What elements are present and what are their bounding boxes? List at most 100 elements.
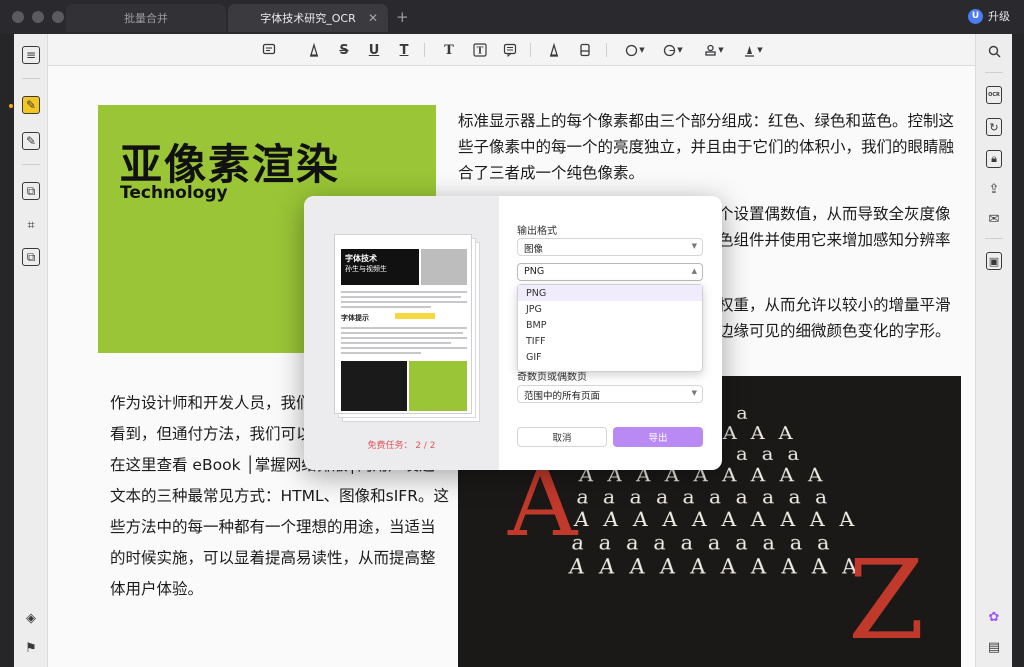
export-preview-pane: 字体技术 孙生与视频生 字体提示 免费任务： 2 / 2 xyxy=(304,196,499,470)
thumbnail-subtitle: 孙生与视频生 xyxy=(345,265,387,273)
format-option-png[interactable]: PNG xyxy=(518,285,702,301)
bookmark-icon[interactable]: ⚑ xyxy=(22,639,40,657)
format-type-select[interactable]: 图像 ▼ xyxy=(517,238,703,256)
text-callout-icon[interactable] xyxy=(500,40,520,60)
strikethrough-icon[interactable]: S xyxy=(334,40,354,60)
right-sidebar: OCR ↻ 🔒︎ ⇪ ✉ ▣ ✿ ▤ xyxy=(975,34,1012,667)
paragraph: 个设置偶数值，从而导致全灰度像色组件并使用它来增加感知分辨率 xyxy=(718,205,951,249)
thumbnail-text-line xyxy=(341,337,467,339)
thumbnail-text-line xyxy=(341,306,431,308)
paragraph: 标准显示器上的每个像素都由三个部分组成：红色、绿色和蓝色。控制这些子像素中的每一… xyxy=(458,112,955,182)
chevron-up-icon: ▲ xyxy=(691,267,697,275)
format-option-jpg[interactable]: JPG xyxy=(518,301,702,317)
edit-icon[interactable]: ✎ xyxy=(22,132,40,150)
thumbnail-text-line xyxy=(341,332,463,334)
tab-document[interactable]: 字体技术研究_OCR ✕ xyxy=(228,4,388,32)
paragraph: 权重，从而允许以较小的增量平滑边缘可见的细微颜色变化的字形。 xyxy=(718,296,951,340)
chevron-down-icon: ▼ xyxy=(691,389,697,397)
sidebar-divider xyxy=(985,72,1003,73)
stamp-icon[interactable]: ▼ xyxy=(700,40,728,60)
thumbnail-text-line xyxy=(341,352,421,354)
format-type-value: 图像 xyxy=(524,244,544,255)
format-option-bmp[interactable]: BMP xyxy=(518,317,702,333)
thumbnail-text-line xyxy=(341,301,467,303)
tab-label: 字体技术研究_OCR xyxy=(260,12,356,25)
upgrade-label: 升级 xyxy=(988,10,1010,23)
text-box-icon[interactable]: T xyxy=(470,40,490,60)
annotation-toolbar: S U T T T ▼ ▼ ▼ ▼ xyxy=(14,34,1012,66)
thumbnail-image xyxy=(421,249,467,285)
export-settings-pane: 输出格式 图像 ▼ PNG ▲ PNG JPG BMP TIFF GIF 奇数页… xyxy=(499,196,722,470)
signature-icon[interactable]: ▼ xyxy=(739,40,767,60)
annotate-icon[interactable]: ✎ xyxy=(22,96,40,114)
email-icon[interactable]: ✉ xyxy=(986,210,1002,228)
convert-icon[interactable]: ↻ xyxy=(986,118,1002,136)
active-indicator-icon xyxy=(9,104,13,108)
tab-label: 批量合并 xyxy=(124,12,168,25)
page-range-select[interactable]: 范围中的所有页面 ▼ xyxy=(517,385,703,403)
page-range-value: 范围中的所有页面 xyxy=(524,391,601,402)
ai-icon[interactable]: ✿ xyxy=(986,608,1002,626)
output-format-label: 输出格式 xyxy=(517,226,557,237)
add-tab-icon[interactable]: + xyxy=(396,8,409,26)
thumbnail-icon[interactable]: ≡ xyxy=(22,46,40,64)
title-bar: 批量合并 字体技术研究_OCR ✕ + U 升级 xyxy=(0,0,1024,34)
comment-icon[interactable] xyxy=(259,40,279,60)
thumbnail-text-line xyxy=(341,342,451,344)
pen-icon[interactable] xyxy=(304,40,324,60)
shape-icon[interactable]: ▼ xyxy=(621,40,649,60)
thumbnail-text-line xyxy=(341,291,467,293)
thumbnail-text-line xyxy=(341,296,461,298)
thumbnail-section: 字体提示 xyxy=(341,314,369,322)
convert-icon[interactable]: ⧉ xyxy=(22,248,40,266)
highlighter-icon[interactable] xyxy=(544,40,564,60)
thumbnail-highlight xyxy=(395,313,435,319)
toolbar-divider xyxy=(530,43,531,57)
thumbnail-text-line xyxy=(341,347,467,349)
underline-icon[interactable]: U xyxy=(364,40,384,60)
toolbar-divider xyxy=(424,43,425,57)
cancel-button[interactable]: 取消 xyxy=(517,427,607,447)
export-dialog: 字体技术 孙生与视频生 字体提示 免费任务： 2 / 2 输出格式 图像 ▼ P… xyxy=(304,196,722,470)
layers-icon[interactable]: ◈ xyxy=(22,609,40,627)
export-button[interactable]: 导出 xyxy=(613,427,703,447)
chevron-down-icon: ▼ xyxy=(691,242,697,250)
minimize-window-button[interactable] xyxy=(32,11,44,23)
zoom-window-button[interactable] xyxy=(52,11,64,23)
crop-icon[interactable]: ⌗ xyxy=(22,216,40,234)
text-icon[interactable]: T xyxy=(439,40,459,60)
left-sidebar: ≡ ✎ ✎ ⧉ ⌗ ⧉ ◈ ⚑ xyxy=(9,34,48,667)
search-icon[interactable] xyxy=(986,42,1002,60)
sidebar-divider xyxy=(22,78,40,79)
free-tasks-counter: 免费任务： 2 / 2 xyxy=(367,441,436,451)
format-option-gif[interactable]: GIF xyxy=(518,349,702,365)
protect-icon[interactable]: 🔒︎ xyxy=(986,150,1002,168)
image-format-dropdown: PNG JPG BMP TIFF GIF xyxy=(517,284,703,372)
ocr-icon[interactable]: OCR xyxy=(986,86,1002,104)
close-tab-icon[interactable]: ✕ xyxy=(368,11,378,25)
organize-icon[interactable]: ⧉ xyxy=(22,182,40,200)
comment-list-icon[interactable]: ▤ xyxy=(986,638,1002,656)
format-option-tiff[interactable]: TIFF xyxy=(518,333,702,349)
close-window-button[interactable] xyxy=(12,11,24,23)
image-format-value: PNG xyxy=(524,266,545,277)
share-icon[interactable]: ⇪ xyxy=(986,180,1002,198)
eraser-icon[interactable] xyxy=(575,40,595,60)
sidebar-divider xyxy=(22,164,40,165)
sidebar-divider xyxy=(985,238,1003,239)
sticker-icon[interactable]: ▼ xyxy=(659,40,687,60)
save-icon[interactable]: ▣ xyxy=(986,252,1002,270)
page-thumbnail-stack: 字体技术 孙生与视频生 字体提示 xyxy=(334,234,484,424)
thumbnail-green-box xyxy=(409,361,467,411)
upgrade-button[interactable]: U 升级 xyxy=(968,8,1010,24)
image-format-select[interactable]: PNG ▲ xyxy=(517,263,703,281)
text-underline-icon[interactable]: T xyxy=(394,40,414,60)
thumbnail-header: 字体技术 孙生与视频生 xyxy=(341,249,419,285)
photo-big-letter: Z xyxy=(848,536,925,664)
user-avatar-icon: U xyxy=(968,8,983,24)
toolbar-divider xyxy=(606,43,607,57)
tab-batch-merge[interactable]: 批量合并 xyxy=(66,4,226,32)
thumbnail-title: 字体技术 xyxy=(345,254,377,263)
thumbnail-text-line xyxy=(341,327,467,329)
thumbnail-dark-image xyxy=(341,361,407,411)
